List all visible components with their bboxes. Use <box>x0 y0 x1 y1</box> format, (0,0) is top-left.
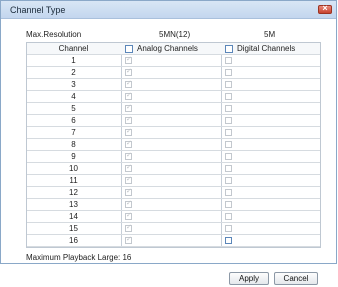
channel-row: 10 <box>27 163 320 175</box>
digital-channel-checkbox[interactable] <box>225 141 232 148</box>
analog-channel-checkbox[interactable] <box>125 79 132 88</box>
channel-row: 12 <box>27 187 320 199</box>
channel-row: 9 <box>27 151 320 163</box>
channel-number: 16 <box>69 236 78 245</box>
analog-channel-checkbox[interactable] <box>125 55 132 64</box>
channel-number: 10 <box>69 164 78 173</box>
channel-number: 5 <box>71 104 76 113</box>
analog-channel-checkbox[interactable] <box>125 103 132 112</box>
digital-channel-checkbox[interactable] <box>225 213 232 220</box>
digital-channel-checkbox[interactable] <box>225 225 232 232</box>
analog-channel-checkbox[interactable] <box>125 91 132 100</box>
digital-channel-checkbox[interactable] <box>225 177 232 184</box>
window-title: Channel Type <box>10 5 66 15</box>
channel-row: 7 <box>27 127 320 139</box>
channel-number: 12 <box>69 188 78 197</box>
close-button[interactable]: × <box>318 3 332 14</box>
digital-channel-checkbox[interactable] <box>225 117 232 124</box>
channel-number: 9 <box>71 152 76 161</box>
analog-channel-checkbox[interactable] <box>125 187 132 196</box>
channel-number: 11 <box>69 176 78 185</box>
digital-select-all-checkbox[interactable] <box>225 45 233 53</box>
analog-channel-checkbox[interactable] <box>125 175 132 184</box>
channel-number: 1 <box>71 56 76 65</box>
digital-channel-checkbox[interactable] <box>225 189 232 196</box>
digital-channel-checkbox[interactable] <box>225 93 232 100</box>
channel-number: 6 <box>71 116 76 125</box>
digital-channel-checkbox[interactable] <box>225 153 232 160</box>
analog-resolution-value: 5MN(12) <box>159 30 191 39</box>
analog-channel-checkbox[interactable] <box>125 115 132 124</box>
analog-channel-checkbox[interactable] <box>125 151 132 160</box>
digital-channel-checkbox[interactable] <box>225 105 232 112</box>
channel-row: 14 <box>27 211 320 223</box>
channel-row: 8 <box>27 139 320 151</box>
channel-number: 8 <box>71 140 76 149</box>
digital-channel-checkbox[interactable] <box>225 201 232 208</box>
channel-number: 2 <box>71 68 76 77</box>
analog-channel-checkbox[interactable] <box>125 127 132 136</box>
analog-channel-checkbox[interactable] <box>125 139 132 148</box>
apply-button[interactable]: Apply <box>229 272 269 285</box>
grid-header-row: Channel Analog Channels Digital Channels <box>27 43 320 55</box>
digital-channel-checkbox[interactable] <box>225 165 232 172</box>
digital-channel-checkbox[interactable] <box>225 129 232 136</box>
title-bar: Channel Type × <box>1 1 336 19</box>
channel-row: 5 <box>27 103 320 115</box>
channel-row: 4 <box>27 91 320 103</box>
analog-channel-checkbox[interactable] <box>125 67 132 76</box>
analog-channel-checkbox[interactable] <box>125 211 132 220</box>
channel-number: 15 <box>69 224 78 233</box>
channel-row: 1 <box>27 55 320 67</box>
analog-channel-checkbox[interactable] <box>125 235 132 244</box>
channel-row: 2 <box>27 67 320 79</box>
max-playback-text: Maximum Playback Large: 16 <box>26 253 132 262</box>
channel-row: 11 <box>27 175 320 187</box>
close-icon: × <box>322 3 328 13</box>
analog-channel-checkbox[interactable] <box>125 199 132 208</box>
digital-channel-checkbox[interactable] <box>225 237 232 244</box>
analog-channel-checkbox[interactable] <box>125 223 132 232</box>
channel-number: 14 <box>69 212 78 221</box>
digital-channel-checkbox[interactable] <box>225 69 232 76</box>
channel-number: 4 <box>71 92 76 101</box>
channel-row: 15 <box>27 223 320 235</box>
max-resolution-label: Max.Resolution <box>26 30 82 39</box>
analog-channel-checkbox[interactable] <box>125 163 132 172</box>
channel-row: 6 <box>27 115 320 127</box>
channel-grid: Channel Analog Channels Digital Channels… <box>26 42 321 248</box>
channel-number: 3 <box>71 80 76 89</box>
channel-column-header: Channel <box>58 44 89 53</box>
channel-number: 13 <box>69 200 78 209</box>
cancel-button[interactable]: Cancel <box>274 272 318 285</box>
channel-row: 3 <box>27 79 320 91</box>
digital-channel-checkbox[interactable] <box>225 57 232 64</box>
analog-channels-header: Analog Channels <box>137 44 198 53</box>
digital-resolution-value: 5M <box>264 30 276 39</box>
channel-row: 16 <box>27 235 320 247</box>
analog-select-all-checkbox[interactable] <box>125 45 133 53</box>
digital-channels-header: Digital Channels <box>237 44 296 53</box>
channel-row: 13 <box>27 199 320 211</box>
digital-channel-checkbox[interactable] <box>225 81 232 88</box>
channel-type-dialog: Channel Type × Max.Resolution 5MN(12) 5M… <box>0 0 337 264</box>
channel-number: 7 <box>71 128 76 137</box>
